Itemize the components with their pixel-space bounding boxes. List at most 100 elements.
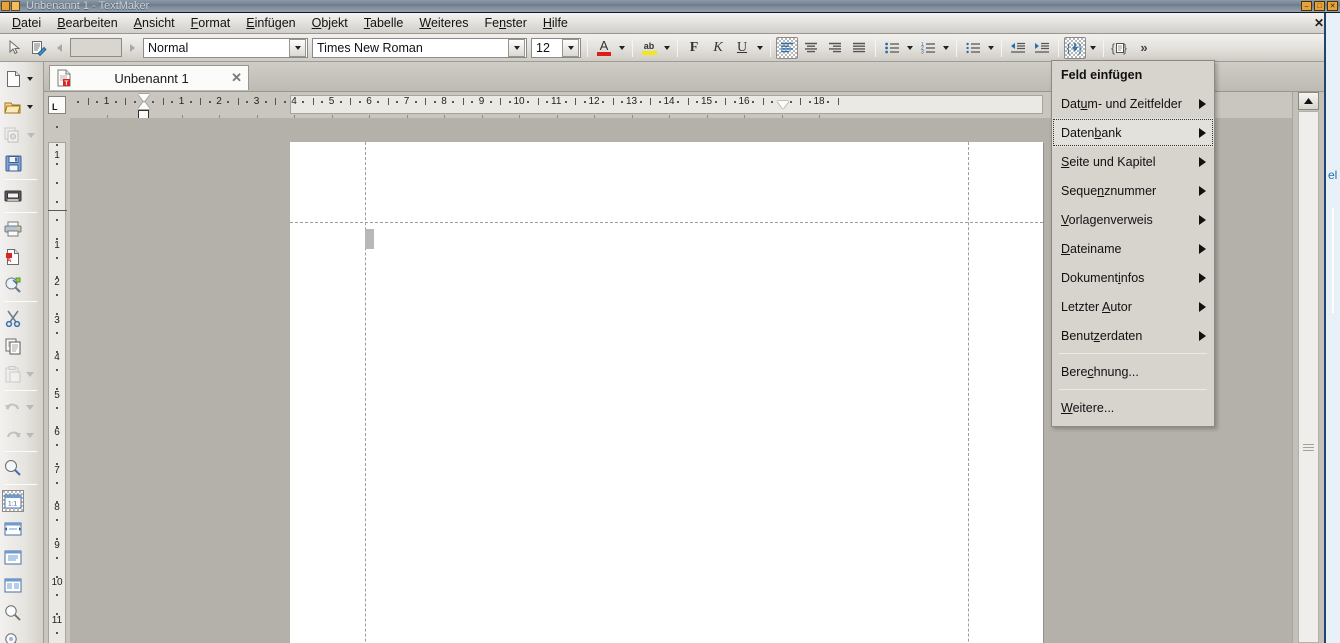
font-size-dropdown-icon[interactable] <box>562 38 579 57</box>
align-right-button[interactable] <box>824 37 846 59</box>
highlight-icon[interactable]: ab <box>638 37 660 59</box>
increase-indent-button[interactable] <box>1031 37 1053 59</box>
toolbar-overflow-button[interactable]: » <box>1133 37 1155 59</box>
zoom-out-icon[interactable] <box>2 630 24 643</box>
select-object-icon[interactable] <box>4 37 26 59</box>
menu-hilfe[interactable]: Hilfe <box>535 14 576 33</box>
menu-objekt[interactable]: Objekt <box>304 14 356 33</box>
edit-text-icon[interactable] <box>28 37 50 59</box>
numbered-list-dropdown-icon[interactable] <box>943 45 949 50</box>
scroll-up-button[interactable] <box>1298 92 1319 110</box>
zoom-page-width-row[interactable] <box>0 515 43 543</box>
document-tab-close-icon[interactable]: ✕ <box>231 70 242 86</box>
font-name-dropdown-icon[interactable] <box>508 38 525 57</box>
menu-datei[interactable]: Datei <box>4 14 49 33</box>
tab-type-selector[interactable]: L <box>44 92 70 118</box>
save-row[interactable] <box>0 149 43 177</box>
font-name-combo[interactable]: Times New Roman <box>312 37 527 58</box>
cut-row[interactable] <box>0 304 43 332</box>
style-next-icon[interactable] <box>130 43 135 52</box>
find-icon[interactable] <box>2 457 24 479</box>
menu-tabelle[interactable]: Tabelle <box>356 14 412 33</box>
popup-menu-item[interactable]: Dokumentinfos <box>1052 263 1214 292</box>
copy-row[interactable] <box>0 332 43 360</box>
zoom-whole-page-icon[interactable] <box>2 546 24 568</box>
popup-menu-item[interactable]: Weitere... <box>1052 393 1214 422</box>
find-row[interactable] <box>0 454 43 482</box>
menu-einfuegen[interactable]: Einfügen <box>238 14 303 33</box>
open-document-dropdown-icon[interactable] <box>27 105 33 109</box>
style-prev-icon[interactable] <box>57 43 62 52</box>
bold-button[interactable]: F <box>683 37 705 59</box>
new-document-dropdown-icon[interactable] <box>27 77 33 81</box>
new-document-row[interactable] <box>0 65 43 93</box>
font-color-icon[interactable]: A <box>593 37 615 59</box>
export-pdf-row[interactable]: A <box>0 243 43 271</box>
align-center-button[interactable] <box>800 37 822 59</box>
tab-type-icon[interactable]: L <box>48 96 66 114</box>
underline-dropdown-icon[interactable] <box>757 45 763 50</box>
vertical-scrollbar[interactable] <box>1292 92 1324 643</box>
app-menu-icon[interactable] <box>1 1 10 11</box>
decrease-indent-button[interactable] <box>1007 37 1029 59</box>
zoom-whole-page-row[interactable] <box>0 543 43 571</box>
window-menu-icons[interactable] <box>0 1 20 11</box>
insert-textframe-button[interactable]: { } <box>1109 37 1131 59</box>
print-preview-icon[interactable] <box>2 185 24 207</box>
cut-icon[interactable] <box>2 307 24 329</box>
zoom-out-row[interactable] <box>0 627 43 643</box>
outline-list-button[interactable] <box>962 37 984 59</box>
vertical-scroll-thumb-grip[interactable] <box>1303 444 1314 451</box>
menu-fenster[interactable]: Fenster <box>476 14 534 33</box>
align-left-button[interactable] <box>776 36 798 59</box>
zoom-two-pages-row[interactable] <box>0 571 43 599</box>
vertical-scroll-track[interactable] <box>1298 111 1319 643</box>
popup-menu-item[interactable]: Seite und Kapitel <box>1052 147 1214 176</box>
open-folder-icon[interactable] <box>2 96 24 118</box>
search-document-icon[interactable] <box>2 274 24 296</box>
italic-button[interactable]: K <box>707 37 729 59</box>
paragraph-style-dropdown-icon[interactable] <box>289 38 306 57</box>
zoom-two-pages-icon[interactable] <box>2 574 24 596</box>
close-button[interactable]: ✕ <box>1327 1 1338 11</box>
minimize-button[interactable]: – <box>1301 1 1312 11</box>
insert-field-button[interactable]: { } <box>1064 36 1086 59</box>
popup-menu-item[interactable]: Datenbank <box>1052 118 1214 147</box>
menu-weiteres[interactable]: Weiteres <box>411 14 476 33</box>
zoom-page-width-icon[interactable] <box>2 518 24 540</box>
font-color-dropdown-icon[interactable] <box>619 45 625 50</box>
right-indent-marker[interactable] <box>777 101 789 109</box>
new-document-icon[interactable] <box>2 68 24 90</box>
align-justify-button[interactable] <box>848 37 870 59</box>
zoom-in-row[interactable] <box>0 599 43 627</box>
document-tab[interactable]: T Unbenannt 1 ✕ <box>49 65 249 90</box>
insert-field-dropdown-icon[interactable] <box>1090 45 1096 50</box>
font-size-combo[interactable]: 12 <box>531 37 581 58</box>
left-indent-marker[interactable] <box>138 101 150 109</box>
paragraph-style-combo[interactable]: Normal <box>143 37 308 58</box>
outline-list-dropdown-icon[interactable] <box>988 45 994 50</box>
numbered-list-button[interactable]: 123 <box>917 37 939 59</box>
popup-menu-item[interactable]: Berechnung... <box>1052 357 1214 386</box>
popup-menu-item[interactable]: Vorlagenverweis <box>1052 205 1214 234</box>
print-row[interactable] <box>0 215 43 243</box>
highlight-dropdown-icon[interactable] <box>664 45 670 50</box>
export-pdf-icon[interactable]: A <box>2 246 24 268</box>
print-icon[interactable] <box>2 218 24 240</box>
popup-menu-item[interactable]: Sequenznummer <box>1052 176 1214 205</box>
left-margin-marker[interactable] <box>138 110 149 118</box>
zoom-1to1-icon[interactable]: 1:1 <box>2 490 24 512</box>
print-preview-row[interactable] <box>0 182 43 210</box>
document-page[interactable] <box>290 142 1043 643</box>
bullet-list-button[interactable] <box>881 37 903 59</box>
save-icon[interactable] <box>2 152 24 174</box>
popup-menu-item[interactable]: Benutzerdaten <box>1052 321 1214 350</box>
popup-menu-item[interactable]: Dateiname <box>1052 234 1214 263</box>
copy-icon[interactable] <box>2 335 24 357</box>
menu-ansicht[interactable]: Ansicht <box>126 14 183 33</box>
menu-format[interactable]: Format <box>183 14 239 33</box>
maximize-button[interactable]: □ <box>1314 1 1325 11</box>
vertical-ruler[interactable]: 1 1 2 3 4 5 6 7 8 9 10 11 <box>44 118 70 643</box>
zoom-1to1-row[interactable]: 1:1 <box>0 487 43 515</box>
style-input[interactable] <box>70 38 122 57</box>
